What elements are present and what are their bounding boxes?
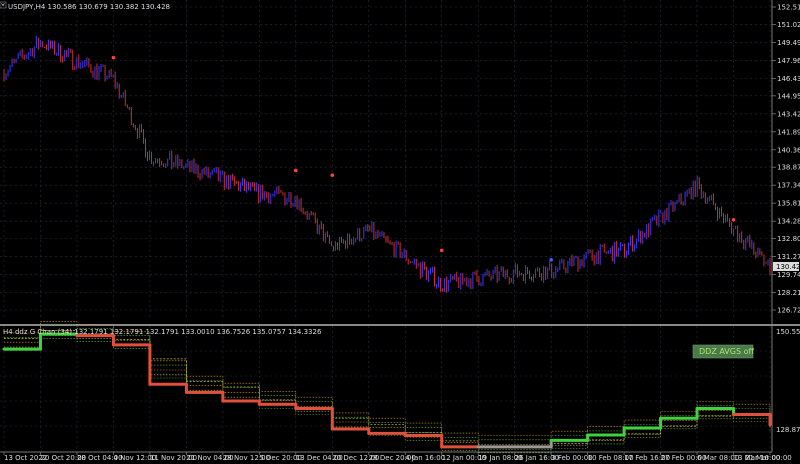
current-price-label: 130.428 — [776, 263, 800, 271]
time-axis[interactable]: 13 Oct 202220 Oct 20:0028 Oct 04:004 Nov… — [0, 451, 792, 462]
time-axis-label: 3 Feb 00:00 — [551, 454, 592, 462]
price-tick-label: 131.270 — [777, 253, 800, 261]
price-tick-label: 138.875 — [777, 164, 800, 172]
signal-marker — [731, 218, 736, 222]
price-tick-label: 151.025 — [777, 21, 800, 29]
signal-marker — [330, 173, 335, 177]
avgs-toggle-label: DDZ AVGS off — [699, 347, 754, 356]
price-tick-label: 137.345 — [777, 182, 800, 190]
signal-marker — [439, 248, 444, 253]
price-tick-label: 149.495 — [777, 39, 800, 47]
price-tick-label: 135.815 — [777, 200, 800, 208]
price-tick-label: 134.285 — [777, 218, 800, 226]
time-axis-label: 4 Jan 16:00 — [405, 454, 445, 462]
signal-marker — [294, 168, 298, 173]
indicator-bottom-label: 128.8725 — [776, 426, 800, 434]
price-tick-label: 146.435 — [777, 75, 800, 83]
price-tick-label: 144.950 — [777, 92, 800, 100]
price-tick-label: 141.890 — [777, 128, 800, 136]
avgs-toggle-button[interactable]: DDZ AVGS off — [692, 344, 754, 359]
price-tick-label: 140.360 — [777, 146, 800, 154]
price-tick-label: 147.965 — [777, 57, 800, 65]
trading-chart[interactable]: USDJPY,H4 130.586 130.679 130.382 130.42… — [0, 0, 800, 464]
price-tick-label: 126.725 — [777, 307, 800, 315]
time-axis-labels: 13 Oct 202220 Oct 20:0028 Oct 04:004 Nov… — [3, 452, 792, 462]
price-tick-label: 143.420 — [777, 110, 800, 118]
indicator-top-label: 150.5531 — [776, 328, 800, 336]
indicator-header: H4 ddz G Chan (34) 132.1791 132.1791 132… — [3, 328, 322, 336]
price-tick-label: 132.800 — [777, 235, 800, 243]
signal-marker — [111, 55, 116, 60]
time-axis-label: 21 Mar 00:00 — [745, 454, 792, 462]
price-tick-label: 152.510 — [777, 4, 800, 12]
signal-marker — [549, 257, 553, 262]
price-tick-label: 129.740 — [777, 271, 800, 279]
main-panel-header: USDJPY,H4 130.586 130.679 130.382 130.42… — [8, 3, 170, 11]
price-tick-label: 128.210 — [777, 289, 800, 297]
current-price-tag: 130.428 — [773, 261, 800, 271]
